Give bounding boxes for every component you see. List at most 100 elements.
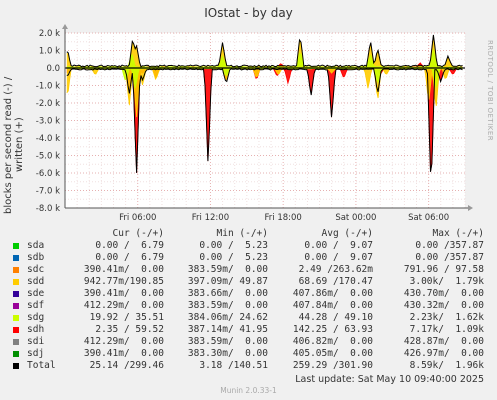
legend-name: sdc: [27, 264, 45, 275]
legend-row: sdj 390.41m/ 0.00 383.30m/ 0.00 405.05m/ 0.…: [0, 348, 497, 360]
x-tick-label: Fri 06:00: [119, 213, 156, 223]
legend-swatch: [13, 267, 19, 273]
legend-swatch: [13, 351, 19, 357]
legend-cur: 0.00 / 6.79: [95, 252, 164, 263]
legend-name: sde: [27, 288, 45, 299]
legend-cur: 25.14 /299.46: [89, 360, 164, 371]
legend-row: sdb 0.00 / 6.79 0.00 / 5.23 0.00 / 9.07 0.00…: [0, 252, 497, 264]
legend-cur: 390.41m/ 0.00: [83, 288, 164, 299]
header-cur: Cur (-/+): [112, 228, 164, 239]
legend-avg: 0.00 / 9.07: [304, 252, 373, 263]
legend-min: 3.18 /140.51: [199, 360, 268, 371]
y-tick-label: -3.0 k: [36, 117, 60, 127]
legend-name: sdi: [27, 336, 45, 347]
munin-version: Munin 2.0.33-1: [220, 386, 277, 395]
y-tick-label: -4.0 k: [36, 134, 60, 144]
legend-max: 2.23k/ 1.62k: [409, 312, 484, 323]
legend-min: 384.06m/ 24.62: [187, 312, 268, 323]
legend-max: 428.87m/ 0.00: [403, 336, 484, 347]
legend-max: 430.70m/ 0.00: [403, 288, 484, 299]
legend-row: sde 390.41m/ 0.00 383.66m/ 0.00 407.86m/ 0.…: [0, 288, 497, 300]
legend-cur: 412.29m/ 0.00: [83, 336, 164, 347]
legend-name: sdd: [27, 276, 45, 287]
legend-cur: 19.92 / 35.51: [89, 312, 164, 323]
legend-max: 426.97m/ 0.00: [403, 348, 484, 359]
legend-cur: 390.41m/ 0.00: [83, 348, 164, 359]
y-tick-label: 0.0: [46, 64, 60, 74]
legend-row: sdh 2.35 / 59.52 387.14m/ 41.95 142.25 / 63…: [0, 324, 497, 336]
legend-max: 0.00 /357.87: [415, 252, 484, 263]
legend-swatch: [13, 315, 19, 321]
legend-cur: 390.41m/ 0.00: [83, 264, 164, 275]
legend-min: 397.09m/ 49.87: [187, 276, 268, 287]
y-tick-label: 2.0 k: [39, 29, 60, 39]
legend-max: 8.59k/ 1.96k: [409, 360, 484, 371]
legend-cur: 942.77m/190.85: [83, 276, 164, 287]
legend-name: sdf: [27, 300, 45, 311]
legend-name: Total: [27, 360, 56, 371]
y-tick-label: -7.0 k: [36, 187, 60, 197]
legend-swatch: [13, 327, 19, 333]
legend-max: 0.00 /357.87: [415, 240, 484, 251]
legend-avg: 259.29 /301.90: [292, 360, 373, 371]
legend-row: sdi 412.29m/ 0.00 383.59m/ 0.00 406.82m/ 0.…: [0, 336, 497, 348]
legend-swatch: [13, 255, 19, 261]
legend-swatch: [13, 339, 19, 345]
legend-min: 383.30m/ 0.00: [187, 348, 268, 359]
legend-min: 383.59m/ 0.00: [187, 264, 268, 275]
legend-avg: 407.84m/ 0.00: [292, 300, 373, 311]
legend-avg: 44.28 / 49.10: [298, 312, 373, 323]
legend-swatch: [13, 303, 19, 309]
x-tick-label: Sat 00:00: [335, 213, 376, 223]
y-tick-label: -2.0 k: [36, 99, 60, 109]
y-tick-label: -6.0 k: [36, 169, 60, 179]
legend-cur: 2.35 / 59.52: [95, 324, 164, 335]
legend-min: 0.00 / 5.23: [199, 252, 268, 263]
legend-row: sdf 412.29m/ 0.00 383.59m/ 0.00 407.84m/ 0.…: [0, 300, 497, 312]
graph-frame: IOstat - by day RRDTOOL / TOBI OETIKER b…: [0, 0, 497, 400]
chart-plot: 2.0 k 1.0 k 0.0 -1.0 k -2.0 k -3.0 k -4.0 k -5.…: [36, 24, 473, 223]
y-axis-arrow: [62, 24, 68, 29]
legend-min: 387.14m/ 41.95: [187, 324, 268, 335]
legend-swatch: [13, 243, 19, 249]
legend-name: sdh: [27, 324, 45, 335]
legend-max: 3.00k/ 1.79k: [409, 276, 484, 287]
legend-row: sda 0.00 / 6.79 0.00 / 5.23 0.00 / 9.07 0.00…: [0, 240, 497, 252]
legend-swatch: [13, 291, 19, 297]
x-tick-label: Fri 18:00: [265, 213, 302, 223]
legend-swatch: [13, 279, 19, 285]
legend-name: sdb: [27, 252, 45, 263]
legend-max: 430.32m/ 0.00: [403, 300, 484, 311]
legend-avg: 405.05m/ 0.00: [292, 348, 373, 359]
header-max: Max (-/+): [432, 228, 484, 239]
y-tick-label: -8.0 k: [36, 204, 60, 214]
legend-min: 383.66m/ 0.00: [187, 288, 268, 299]
legend-avg: 0.00 / 9.07: [304, 240, 373, 251]
legend-min: 0.00 / 5.23: [199, 240, 268, 251]
legend-name: sdj: [27, 348, 45, 359]
legend-avg: 406.82m/ 0.00: [292, 336, 373, 347]
y-tick-label: 1.0 k: [39, 47, 60, 57]
legend-name: sda: [27, 240, 45, 251]
legend-max: 791.96 / 97.58: [403, 264, 484, 275]
legend-avg: 2.49 /263.62m: [298, 264, 373, 275]
legend-cur: 0.00 / 6.79: [95, 240, 164, 251]
legend-swatch: [13, 363, 19, 369]
header-avg: Avg (-/+): [321, 228, 373, 239]
legend-avg: 142.25 / 63.93: [292, 324, 373, 335]
last-update: Last update: Sat May 10 09:40:00 2025: [295, 374, 484, 385]
x-tick-label: Fri 12:00: [192, 213, 229, 223]
legend-avg: 68.69 /170.47: [298, 276, 373, 287]
x-axis-arrow: [468, 205, 473, 211]
legend-row: sdc 390.41m/ 0.00 383.59m/ 0.00 2.49 /263.6…: [0, 264, 497, 276]
legend-row: sdg 19.92 / 35.51 384.06m/ 24.62 44.28 / 49…: [0, 312, 497, 324]
legend-header: Cur (-/+) Min (-/+) Avg (-/+) Max (-/+): [0, 228, 497, 240]
legend-name: sdg: [27, 312, 45, 323]
legend-min: 383.59m/ 0.00: [187, 336, 268, 347]
legend-cur: 412.29m/ 0.00: [83, 300, 164, 311]
header-min: Min (-/+): [216, 228, 268, 239]
legend-max: 7.17k/ 1.09k: [409, 324, 484, 335]
legend-avg: 407.86m/ 0.00: [292, 288, 373, 299]
legend-row: Total 25.14 /299.46 3.18 /140.51 259.29 /30…: [0, 360, 497, 372]
legend-row: sdd 942.77m/190.85 397.09m/ 49.87 68.69 /17…: [0, 276, 497, 288]
